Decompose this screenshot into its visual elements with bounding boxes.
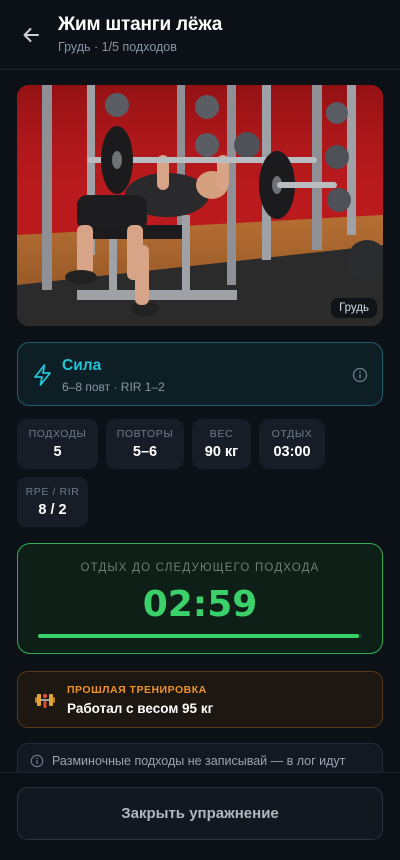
stat-value: 90 кг [204,444,239,460]
bench-press-illustration [17,85,383,326]
stat-label: ОТДЫХ [271,428,313,440]
close-exercise-button[interactable]: Закрыть упражнение [17,787,383,840]
stat-label: ПОДХОДЫ [28,428,87,440]
last-workout-card: ПРОШЛАЯ ТРЕНИРОВКА Работал с весом 95 кг [17,671,383,728]
stat-label: RPE / RIR [25,486,80,498]
back-button[interactable] [18,22,44,48]
rest-timer-card: ОТДЫХ ДО СЛЕДУЮЩЕГО ПОДХОДА 02:59 [17,543,383,654]
last-workout-label: ПРОШЛАЯ ТРЕНИРОВКА [67,684,207,696]
goal-subtitle: 6–8 повт · RIR 1–2 [62,380,165,394]
stat-reps: ПОВТОРЫ 5–6 [106,419,184,469]
rest-progress-track [38,634,362,638]
stat-value: 03:00 [273,444,311,460]
exercise-image: Грудь [17,85,383,326]
rest-timer-value: 02:59 [142,584,258,625]
bottom-bar: Закрыть упражнение [0,772,400,860]
warmup-note-text: Разминочные подходы не записывай — в лог… [52,754,346,768]
stat-value: 5–6 [132,444,158,460]
stat-rest: ОТДЫХ 03:00 [259,419,325,469]
arrow-left-icon [23,28,39,42]
info-icon[interactable] [352,367,368,383]
stat-value: 8 / 2 [38,502,67,518]
stat-sets: ПОДХОДЫ 5 [17,419,98,469]
page-subtitle: Грудь · 1/5 подходов [58,40,177,54]
page-title: Жим штанги лёжа [58,14,223,35]
info-icon [30,754,44,768]
stat-weight: ВЕС 90 кг [192,419,251,469]
training-goal-card[interactable]: Сила 6–8 повт · RIR 1–2 [17,342,383,406]
lightning-icon [34,364,51,386]
last-workout-text: Работал с весом 95 кг [67,701,214,716]
stat-label: ПОВТОРЫ [116,428,174,440]
top-bar: Жим штанги лёжа Грудь · 1/5 подходов [0,0,400,70]
rest-timer-label: ОТДЫХ ДО СЛЕДУЮЩЕГО ПОДХОДА [80,562,320,574]
stat-value: 5 [53,444,62,460]
muscle-group-tag: Грудь [331,298,377,318]
dumbbell-icon [35,693,55,708]
rest-progress-fill [38,634,359,638]
stat-label: ВЕС [209,428,234,440]
goal-title: Сила [62,357,102,374]
stat-rpe-rir: RPE / RIR 8 / 2 [17,477,88,527]
